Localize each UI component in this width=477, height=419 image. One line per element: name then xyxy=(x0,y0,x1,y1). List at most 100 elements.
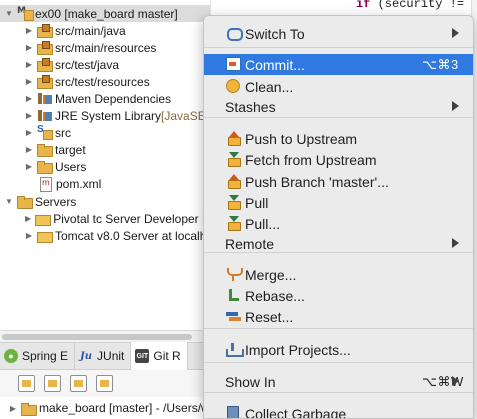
menu-item-pull[interactable]: Pull xyxy=(204,192,473,213)
fetch-upstream-icon xyxy=(225,151,241,167)
menu-item-label: Pull xyxy=(245,194,269,211)
menu-item-push-to-upstream[interactable]: Push to Upstream xyxy=(204,128,473,149)
menu-item-import-projects[interactable]: Import Projects... xyxy=(204,339,473,360)
menu-item-label: Merge... xyxy=(245,266,297,283)
menu-item-remote[interactable]: Remote xyxy=(204,233,473,254)
submenu-arrow-icon xyxy=(452,28,459,38)
pull-dialog-icon xyxy=(225,215,241,231)
expand-triangle-icon[interactable]: ▶ xyxy=(24,128,34,138)
push-branch-icon xyxy=(225,173,241,189)
menu-item-push-branch-master[interactable]: Push Branch 'master'... xyxy=(204,171,473,192)
menu-item-rebase[interactable]: Rebase... xyxy=(204,285,473,306)
tree-item-label: JRE System Library xyxy=(55,108,162,123)
tree-item-label: src xyxy=(55,125,71,140)
expand-triangle-icon[interactable]: ▶ xyxy=(24,214,32,224)
tree-item[interactable]: ▶ src xyxy=(0,124,210,141)
menu-item-label: Reset... xyxy=(245,308,294,325)
submenu-arrow-icon xyxy=(452,101,459,111)
tree-item[interactable]: ▼ Servers xyxy=(0,193,210,210)
tree-item[interactable]: ▶ Tomcat v8.0 Server at localh xyxy=(0,227,210,244)
menu-item-merge[interactable]: Merge... xyxy=(204,264,473,285)
menu-separator xyxy=(204,362,473,363)
expand-triangle-icon[interactable]: ▶ xyxy=(24,231,34,241)
expand-triangle-icon[interactable]: ▶ xyxy=(24,26,34,36)
tab-git[interactable]: GIT Git R xyxy=(131,342,188,370)
collect-garbage-icon xyxy=(225,405,241,418)
menu-item-label: Show In xyxy=(225,373,276,390)
create-repository-icon[interactable] xyxy=(96,375,113,392)
tree-item-label: ex00 [make_board master] xyxy=(35,6,178,21)
tree-item-label: src/main/resources xyxy=(55,40,157,55)
xml-file-icon xyxy=(38,177,53,192)
pull-icon xyxy=(225,194,241,210)
menu-item-label: Import Projects... xyxy=(245,341,351,358)
tree-item[interactable]: ▶ JRE System Library [JavaSE- xyxy=(0,107,210,124)
import-projects-icon xyxy=(225,341,244,357)
menu-separator xyxy=(204,392,473,393)
tree-item[interactable]: ▶ Maven Dependencies xyxy=(0,90,210,107)
collapse-all-icon[interactable] xyxy=(18,375,35,392)
submenu-arrow-icon xyxy=(452,238,459,248)
push-upstream-icon xyxy=(225,130,241,146)
menu-item-reset[interactable]: Reset... xyxy=(204,306,473,327)
expand-triangle-icon[interactable]: ▶ xyxy=(24,77,34,87)
tree-item[interactable]: ▶ src/test/resources xyxy=(0,73,210,90)
folder-icon xyxy=(37,160,53,174)
package-folder-icon xyxy=(37,24,53,38)
tree-item[interactable]: ▶ src/test/java xyxy=(0,56,210,73)
repository-label: make_board [master] - /Users/w xyxy=(39,401,210,415)
tree-item-label: src/test/resources xyxy=(55,74,150,89)
package-folder-icon xyxy=(37,75,53,89)
expand-triangle-icon[interactable]: ▶ xyxy=(8,403,18,413)
expand-triangle-icon[interactable]: ▶ xyxy=(24,94,34,104)
tree-item-label: pom.xml xyxy=(56,176,102,191)
reset-icon xyxy=(225,308,241,324)
folder-icon xyxy=(17,195,33,209)
explorer-horizontal-scrollbar[interactable] xyxy=(0,330,210,342)
collapse-triangle-icon[interactable]: ▼ xyxy=(4,9,14,19)
menu-item-pull[interactable]: Pull... xyxy=(204,213,473,234)
repository-row[interactable]: ▶ make_board [master] - /Users/w xyxy=(0,397,210,419)
menu-item-commit[interactable]: Commit... ⌥⌘3 xyxy=(204,54,473,75)
tree-item[interactable]: ▼ ex00 [make_board master] xyxy=(0,5,210,22)
tree-item[interactable]: ▶ Users xyxy=(0,158,210,175)
menu-item-collect-garbage[interactable]: Collect Garbage xyxy=(204,403,473,418)
menu-item-show-in[interactable]: Show In ⌥⌘W xyxy=(204,371,473,392)
tab-junit[interactable]: Ju JUnit xyxy=(75,342,132,370)
menu-item-label: Pull... xyxy=(245,215,281,232)
package-folder-icon xyxy=(37,41,53,55)
library-icon xyxy=(37,109,52,122)
menu-item-label: Rebase... xyxy=(245,287,305,304)
tree-item[interactable]: pom.xml xyxy=(0,175,210,192)
menu-item-stashes[interactable]: Stashes xyxy=(204,96,473,117)
menu-item-label: Remote xyxy=(225,235,275,252)
menu-item-label: Switch To xyxy=(245,25,305,42)
code-line: if (security != nu xyxy=(356,0,477,11)
folder-icon xyxy=(37,143,53,157)
junit-icon: Ju xyxy=(80,350,93,362)
expand-triangle-icon[interactable]: ▶ xyxy=(24,111,34,121)
expand-triangle-icon[interactable]: ▶ xyxy=(24,60,34,70)
view-tab-bar: ● Spring E Ju JUnit GIT Git R xyxy=(0,342,210,370)
expand-triangle-icon[interactable]: ▶ xyxy=(24,43,34,53)
tree-item[interactable]: ▶ src/main/java xyxy=(0,22,210,39)
project-icon xyxy=(17,6,34,21)
package-folder-icon xyxy=(37,58,53,72)
tree-item[interactable]: ▶ Pivotal tc Server Developer E xyxy=(0,210,210,227)
tab-spring[interactable]: ● Spring E xyxy=(0,342,76,370)
expand-triangle-icon[interactable]: ▶ xyxy=(24,145,34,155)
expand-triangle-icon[interactable]: ▶ xyxy=(24,162,34,172)
menu-item-fetch-from-upstream[interactable]: Fetch from Upstream xyxy=(204,149,473,170)
menu-item-shortcut: ⌥⌘3 xyxy=(422,56,459,72)
library-icon xyxy=(37,92,52,105)
add-repository-icon[interactable] xyxy=(44,375,61,392)
tree-item[interactable]: ▶ src/main/resources xyxy=(0,39,210,56)
clone-repository-icon[interactable] xyxy=(70,375,87,392)
tree-item[interactable]: ▶ target xyxy=(0,141,210,158)
collapse-triangle-icon[interactable]: ▼ xyxy=(4,197,14,207)
commit-icon xyxy=(225,56,241,72)
menu-item-clean[interactable]: Clean... xyxy=(204,76,473,97)
menu-item-switch-to[interactable]: Switch To xyxy=(204,23,473,44)
scrollbar-thumb[interactable] xyxy=(2,334,192,340)
tree-item-label: Pivotal tc Server Developer E xyxy=(53,211,210,226)
